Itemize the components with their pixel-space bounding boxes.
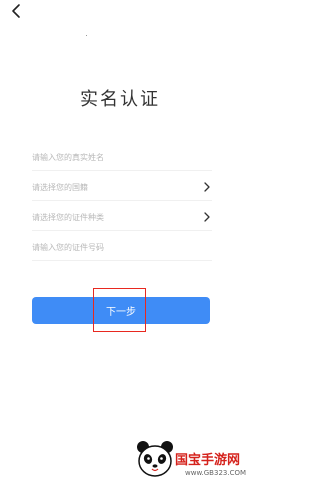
- panda-logo-icon: [137, 441, 173, 477]
- status-dot: [86, 35, 87, 36]
- id-type-placeholder: 请选择您的证件种类: [32, 213, 104, 222]
- chevron-left-icon: [12, 4, 20, 18]
- nationality-placeholder: 请选择您的国籍: [32, 183, 88, 192]
- back-button[interactable]: [8, 2, 26, 20]
- page-title: 实名认证: [80, 89, 160, 110]
- real-name-field[interactable]: 请输入您的真实姓名: [32, 148, 212, 171]
- real-name-placeholder: 请输入您的真实姓名: [32, 153, 104, 162]
- watermark: 国宝手游网 www.GB323.COM: [135, 437, 246, 500]
- id-number-field[interactable]: 请输入您的证件号码: [32, 238, 212, 261]
- chevron-right-icon: [204, 182, 210, 192]
- watermark-url: www.GB323.COM: [185, 469, 247, 477]
- id-type-select[interactable]: 请选择您的证件种类: [32, 208, 212, 231]
- id-number-placeholder: 请输入您的证件号码: [32, 243, 104, 252]
- next-step-label: 下一步: [106, 307, 136, 318]
- next-step-button[interactable]: 下一步: [32, 297, 210, 324]
- chevron-right-icon: [204, 212, 210, 222]
- watermark-brand: 国宝手游网: [175, 453, 241, 468]
- nationality-select[interactable]: 请选择您的国籍: [32, 178, 212, 201]
